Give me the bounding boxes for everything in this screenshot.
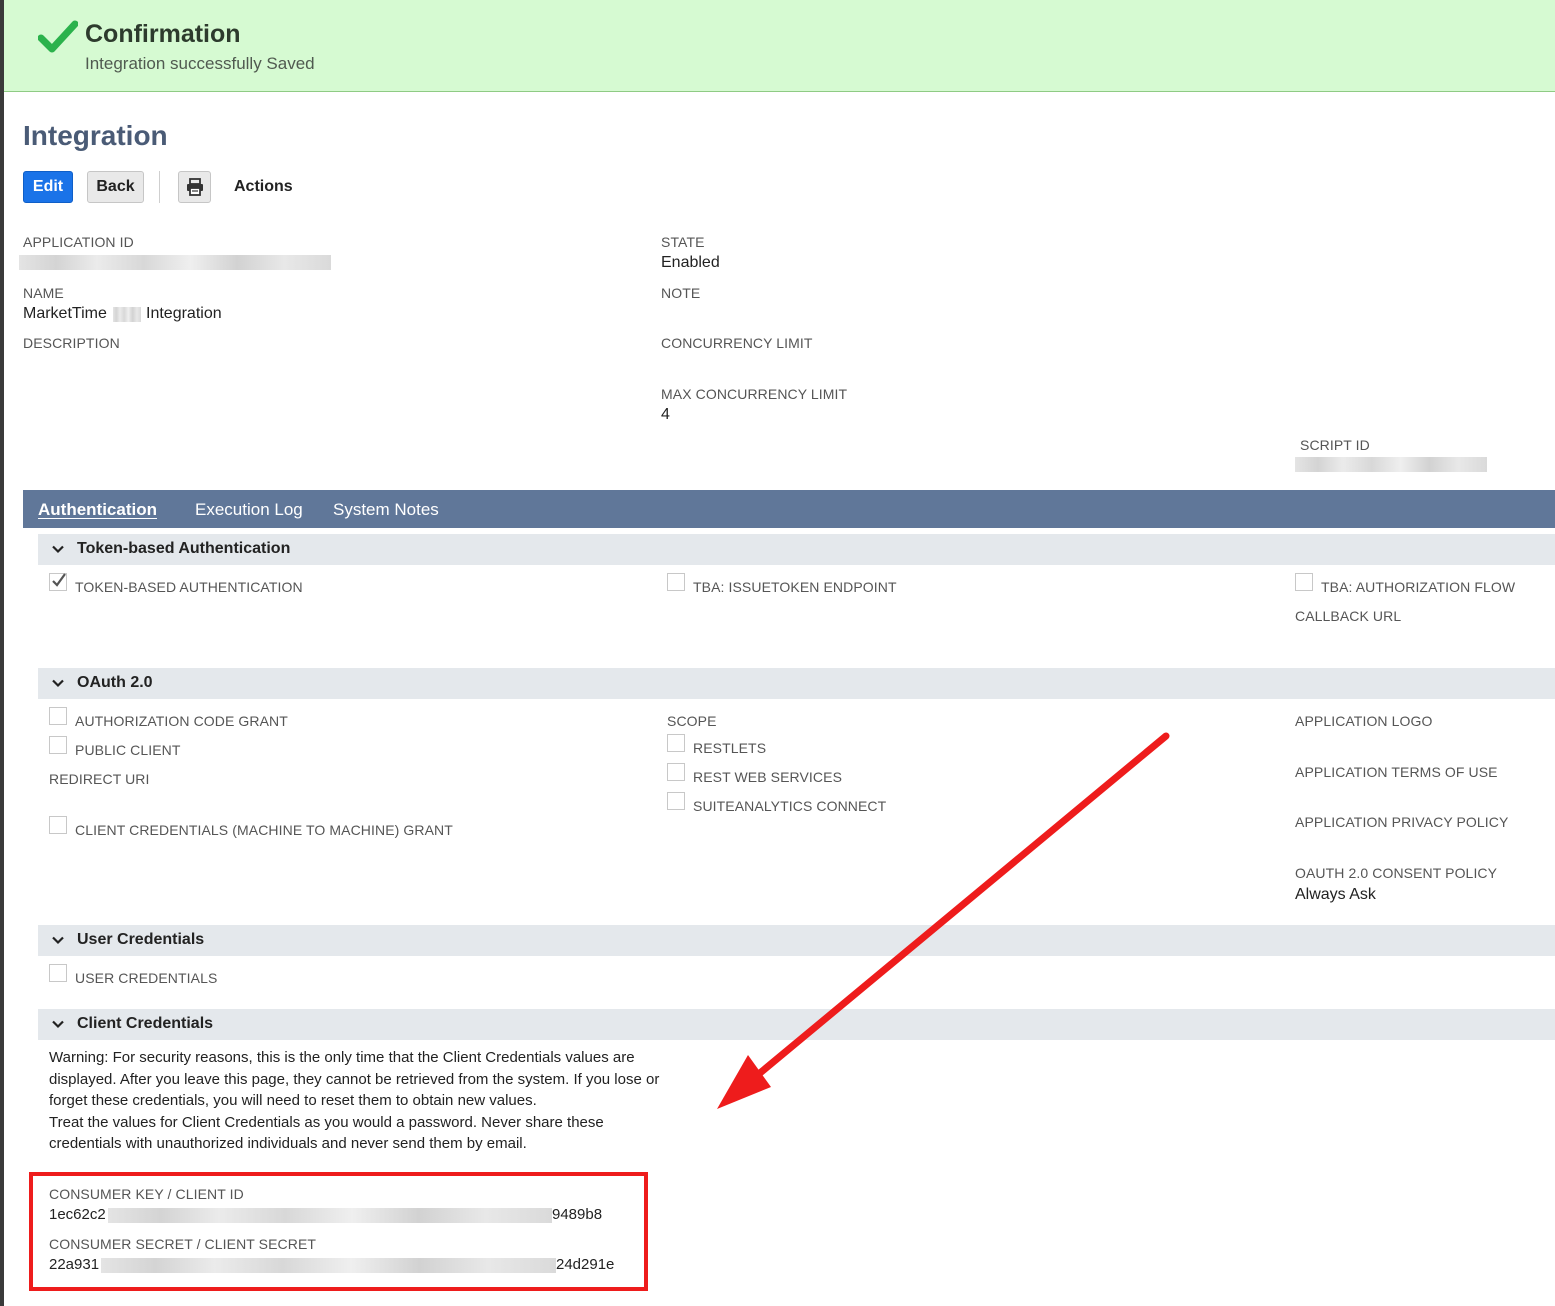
annotation-arrow [717, 732, 1170, 1109]
